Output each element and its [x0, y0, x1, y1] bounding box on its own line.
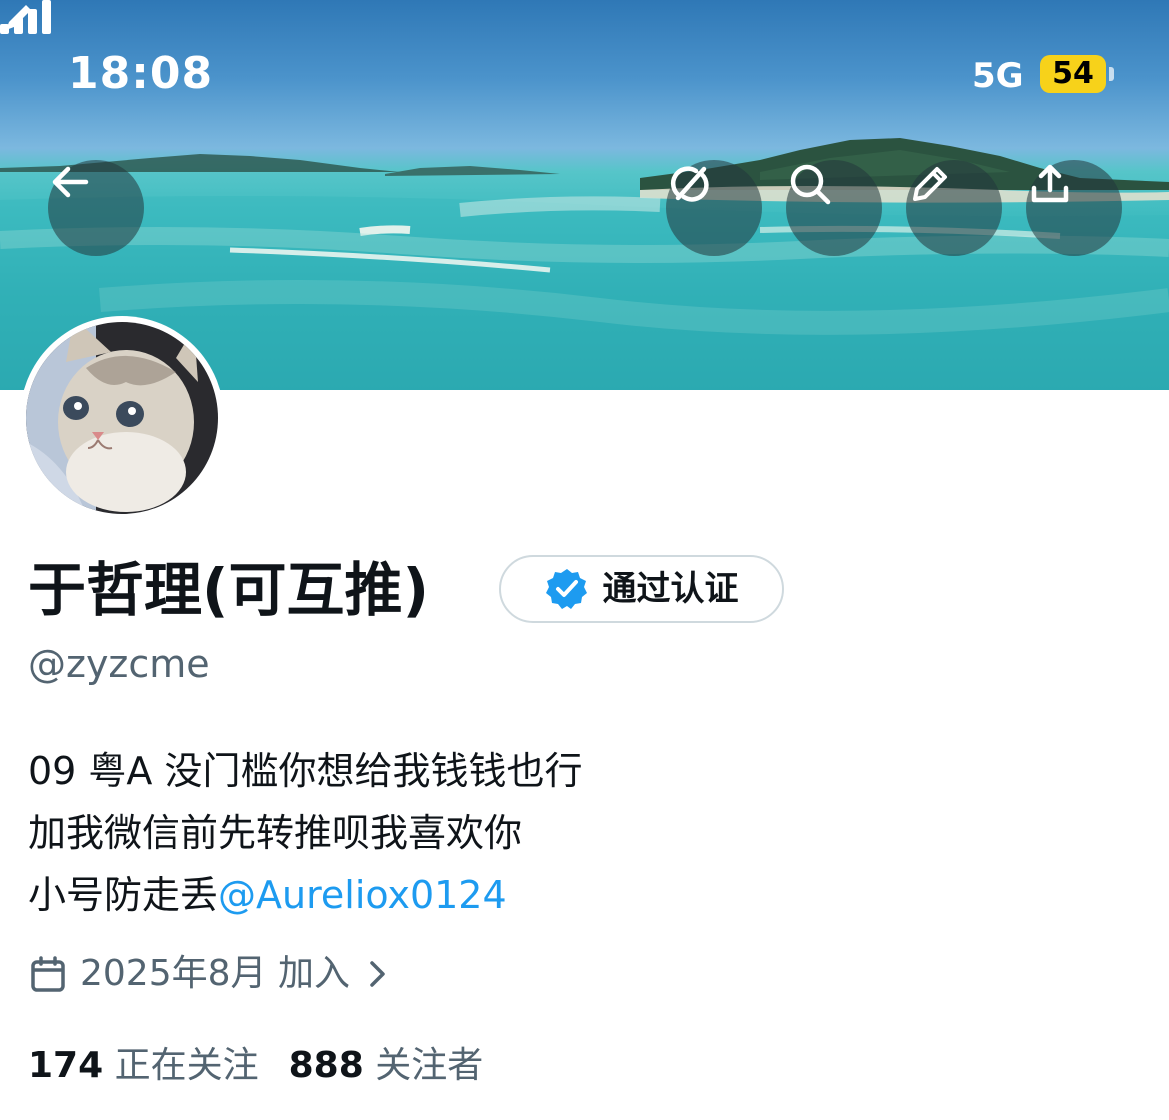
followers-count: 888: [288, 1045, 364, 1086]
grok-button[interactable]: [666, 160, 762, 256]
calendar-icon: [31, 956, 65, 992]
grok-icon: [670, 166, 709, 202]
back-button[interactable]: [48, 160, 144, 256]
join-date-text: 2025年8月 加入: [80, 953, 350, 994]
search-button[interactable]: [786, 160, 882, 256]
avatar[interactable]: [20, 316, 224, 520]
user-handle: @zyzcme: [28, 642, 210, 686]
chevron-right-icon: [370, 961, 385, 987]
search-icon: [790, 164, 831, 205]
pencil-icon: [913, 167, 947, 201]
network-type: 5G: [972, 56, 1024, 96]
verified-badge-button[interactable]: 通过认证: [499, 555, 784, 623]
avatar-kitten-image: [26, 322, 218, 514]
signal-strength-icon: [0, 0, 51, 34]
following-link[interactable]: 174 正在关注: [28, 1045, 259, 1086]
share-button[interactable]: [1026, 160, 1122, 256]
bio-line: 09 粤A 没门槛你想给我钱钱也行: [28, 749, 583, 793]
profile-bio: 09 粤A 没门槛你想给我钱钱也行 加我微信前先转推呗我喜欢你 小号防走丢@Au…: [28, 740, 583, 926]
follow-stats: 174 正在关注 888 关注者: [28, 1040, 483, 1092]
following-label: 正在关注: [114, 1045, 259, 1086]
display-name: 于哲理(可互推): [28, 556, 430, 624]
verified-check-icon: [545, 569, 587, 609]
followers-label: 关注者: [375, 1045, 484, 1086]
bio-line: 加我微信前先转推呗我喜欢你: [28, 811, 523, 855]
share-icon: [1031, 164, 1069, 203]
following-count: 174: [28, 1045, 104, 1086]
bio-line-text: 小号防走丢: [28, 873, 219, 917]
bio-mention-link[interactable]: @Aureliox0124: [218, 873, 507, 917]
status-time: 18:08: [68, 48, 214, 99]
followers-link[interactable]: 888 关注者: [289, 1045, 484, 1086]
join-date-row[interactable]: 2025年8月 加入: [28, 948, 392, 1000]
verified-label: 通过认证: [602, 569, 739, 609]
bio-line: 小号防走丢@Aureliox0124: [28, 864, 583, 926]
battery-indicator: 54: [1040, 55, 1106, 93]
edit-button[interactable]: [906, 160, 1002, 256]
arrow-left-icon: [52, 166, 89, 198]
battery-tip: [1109, 67, 1114, 81]
